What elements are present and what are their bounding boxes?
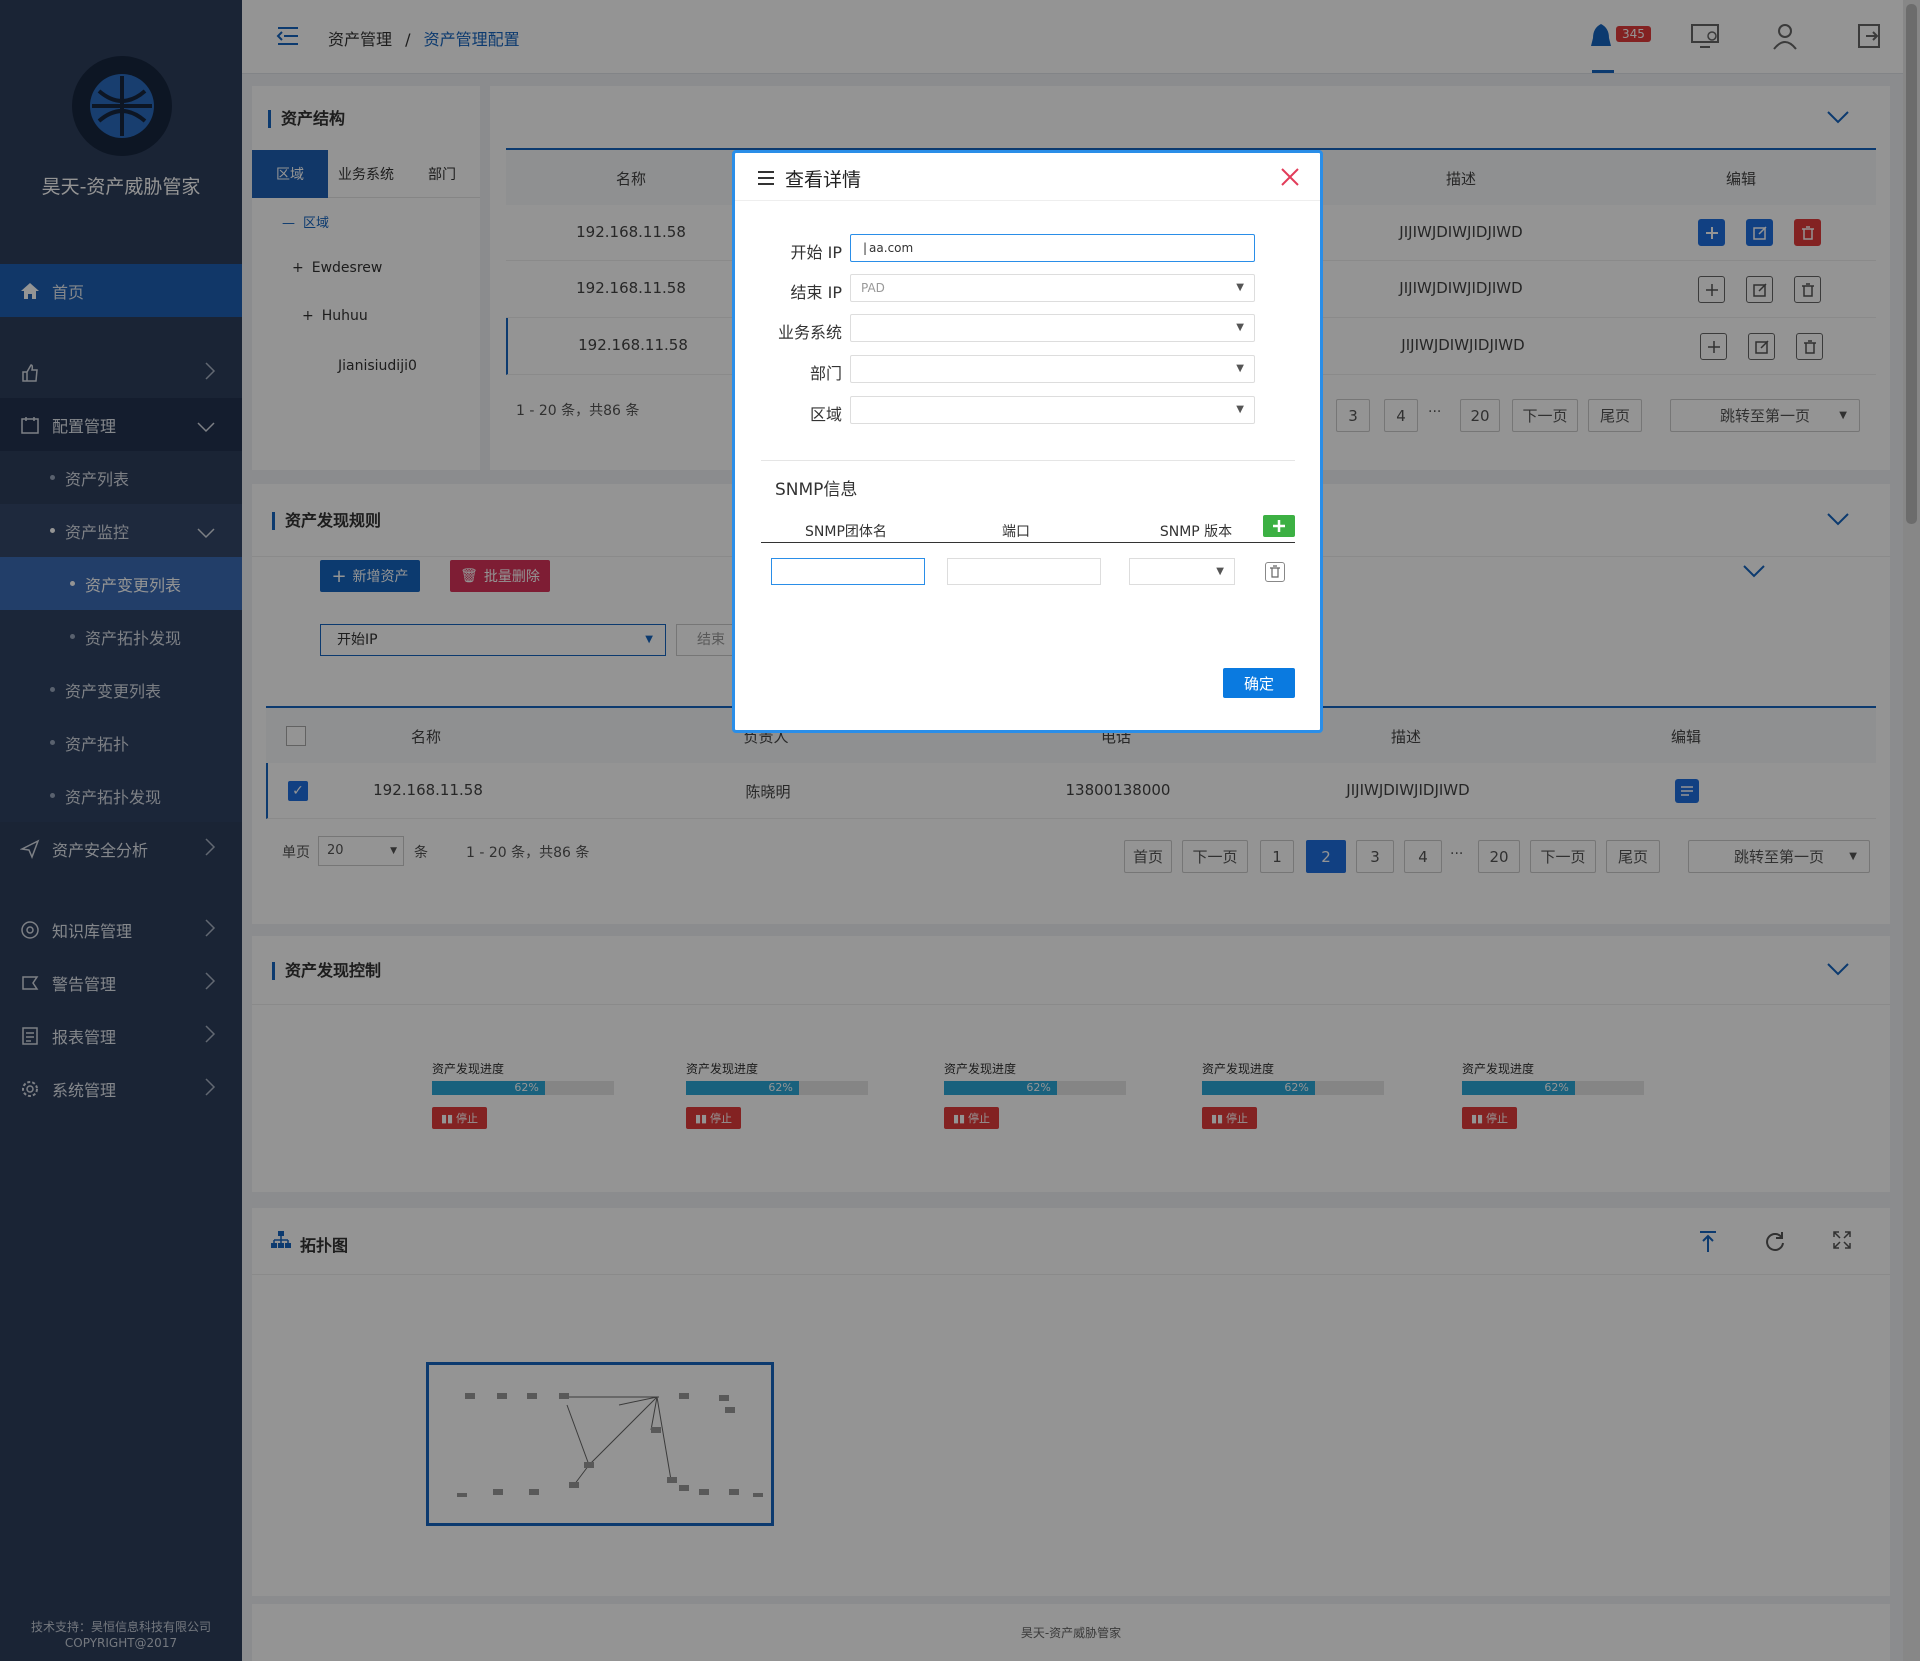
start-ip-field[interactable]: | aa.com [850, 234, 1255, 262]
modal-header: 查看详情 [735, 153, 1320, 201]
modal-title: 查看详情 [785, 169, 862, 191]
col-snmp-port: 端口 [1002, 524, 1030, 540]
snmp-table-header: SNMP团体名 端口 SNMP 版本 [761, 515, 1295, 543]
menu-icon [757, 170, 775, 190]
caret-down-icon: ▼ [1236, 322, 1244, 333]
end-ip-label: 结束 IP [790, 283, 842, 302]
snmp-community-input[interactable] [771, 558, 925, 585]
col-snmp-community: SNMP团体名 [805, 524, 887, 540]
close-icon[interactable] [1280, 167, 1300, 191]
start-ip-label: 开始 IP [790, 243, 842, 262]
confirm-button[interactable]: 确定 [1223, 668, 1295, 698]
biz-system-label: 业务系统 [777, 323, 842, 342]
dept-select[interactable]: ▼ [850, 355, 1255, 383]
dept-label: 部门 [809, 364, 842, 383]
area-select[interactable]: ▼ [850, 396, 1255, 424]
area-label: 区域 [809, 405, 842, 424]
biz-system-select[interactable]: ▼ [850, 314, 1255, 342]
detail-modal: 查看详情 开始 IP | aa.com 结束 IP PAD ▼ 业务系统 ▼ 部门 … [732, 150, 1323, 733]
delete-snmp-button[interactable] [1265, 562, 1285, 582]
add-snmp-button[interactable] [1263, 515, 1295, 537]
end-ip-select[interactable]: PAD ▼ [850, 274, 1255, 302]
caret-down-icon: ▼ [1216, 566, 1224, 577]
snmp-section-title: SNMP信息 [775, 480, 858, 500]
col-snmp-version: SNMP 版本 [1159, 524, 1233, 540]
snmp-version-select[interactable]: ▼ [1129, 558, 1235, 585]
caret-down-icon: ▼ [1236, 282, 1244, 293]
snmp-port-input[interactable] [947, 558, 1101, 585]
caret-down-icon: ▼ [1236, 404, 1244, 415]
caret-down-icon: ▼ [1236, 363, 1244, 374]
